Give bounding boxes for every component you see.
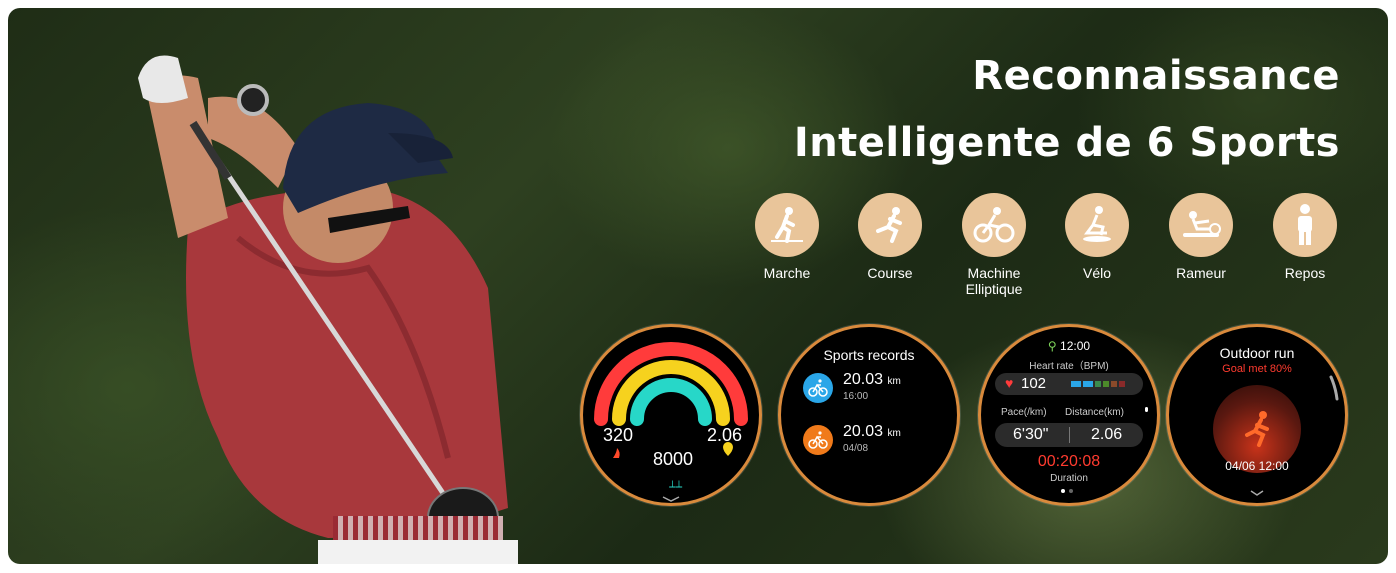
- headline-line-2: Intelligente de 6 Sports: [793, 120, 1340, 166]
- clock-time: ⚲ 12:00: [1047, 339, 1091, 353]
- scroll-indicator: [1145, 407, 1148, 412]
- heart-rate-label: Heart rate（BPM): [1029, 361, 1109, 372]
- sport-label: Repos: [1284, 265, 1326, 281]
- heart-rate-value: 102: [1021, 375, 1047, 392]
- sport-bike: Vélo: [1042, 193, 1152, 281]
- svg-text:⟂⟂: ⟂⟂: [669, 479, 683, 490]
- sport-elliptical: Machine Elliptique: [939, 193, 1049, 297]
- page-dot: [1069, 489, 1073, 493]
- golfer-image: [138, 55, 518, 564]
- duration-value: 00:20:08: [1037, 453, 1101, 470]
- steps-value: 8000: [653, 449, 694, 469]
- sport-walking: Marche: [732, 193, 842, 281]
- distance-value: 2.06: [707, 425, 743, 445]
- sport-label: Machine Elliptique: [965, 265, 1023, 297]
- scroll-arc: [1250, 375, 1339, 496]
- sport-running: Course: [835, 193, 945, 281]
- pace-distance-pill: 6'30" 2.06: [995, 423, 1143, 447]
- rower-icon: [1169, 193, 1233, 257]
- bike-icon: [803, 373, 833, 403]
- location-icon: ⚲: [1047, 339, 1057, 353]
- duration-label: Duration: [1050, 473, 1088, 484]
- hr-zone-4: [1103, 381, 1109, 387]
- banner: Reconnaissance Intelligente de 6 Sports …: [8, 8, 1388, 564]
- pace-label: Pace(/km): [1001, 407, 1047, 418]
- hr-zone-1: [1071, 381, 1081, 387]
- hr-zone-6: [1119, 381, 1125, 387]
- calories-value: 320: [603, 425, 634, 445]
- hr-zone-5: [1111, 381, 1117, 387]
- sport-label: Course: [867, 265, 913, 281]
- distance-label: Distance(km): [1065, 407, 1124, 418]
- walking-icon: [755, 193, 819, 257]
- watch-face-activity: ⟂⟂ 320 8000 2.06: [580, 324, 762, 506]
- pill-divider: [1069, 427, 1070, 443]
- elliptical-icon: [962, 193, 1026, 257]
- sport-label: Rameur: [1176, 265, 1226, 281]
- bike-icon: [1065, 193, 1129, 257]
- sport-standing: Repos: [1250, 193, 1360, 281]
- record-value: 20.03 km: [843, 423, 901, 440]
- record-value: 20.03 km: [843, 371, 901, 388]
- heart-rate-pill: ♥ 102: [995, 373, 1143, 395]
- pace-value: 6'30": [1013, 426, 1049, 443]
- sport-rower: Rameur: [1146, 193, 1256, 281]
- chevron-down-icon: [1250, 490, 1264, 496]
- watch-face-outdoor-run: Outdoor run Goal met 80% 04/06 12:00: [1166, 324, 1348, 506]
- hr-zone-3: [1095, 381, 1101, 387]
- standing-icon: [1273, 193, 1337, 257]
- watch-face-workout: ⚲ 12:00 Heart rate（BPM) ♥ 102 Pace(/km) …: [978, 324, 1160, 506]
- activity-rings: ⟂⟂: [594, 342, 748, 502]
- headline-line-1: Reconnaissance: [972, 53, 1340, 99]
- sport-label: Vélo: [1082, 265, 1112, 281]
- watch-face-records: Sports records 20.03 km 16:00 20.03 km 0…: [778, 324, 960, 506]
- distance-value: 2.06: [1091, 426, 1123, 443]
- sport-label: Marche: [763, 265, 811, 281]
- bike-icon: [803, 425, 833, 455]
- running-icon: [858, 193, 922, 257]
- records-title: Sports records: [823, 347, 915, 363]
- record-sub: 04/08: [843, 443, 869, 454]
- heart-icon: ♥: [1005, 375, 1014, 391]
- page-dot-active: [1061, 489, 1065, 493]
- record-sub: 16:00: [843, 391, 869, 402]
- hr-zone-2: [1083, 381, 1093, 387]
